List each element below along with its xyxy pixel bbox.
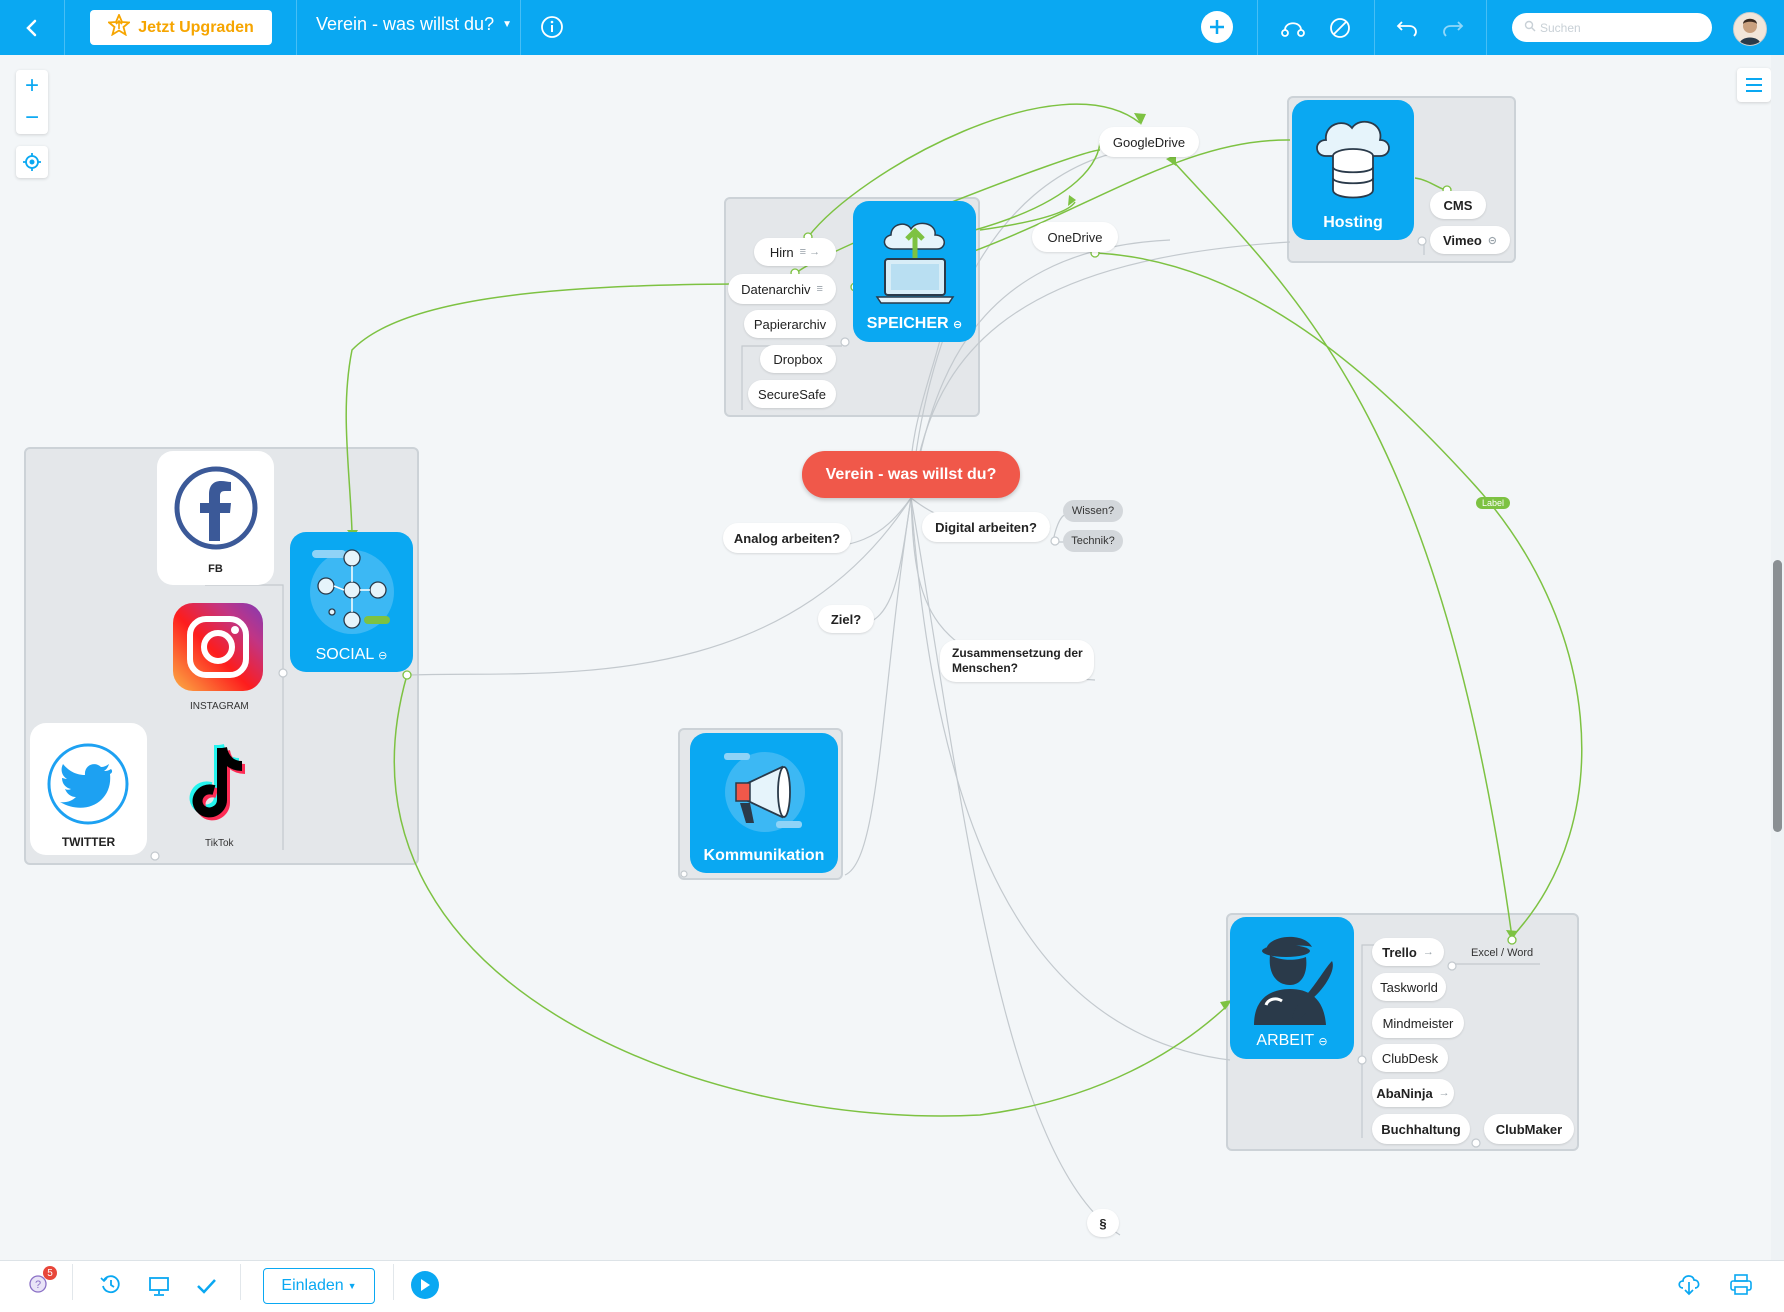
divider [240, 1264, 241, 1300]
node-ziel[interactable]: Ziel? [818, 605, 874, 633]
node-clubmaker[interactable]: ClubMaker [1484, 1114, 1574, 1144]
node-buchhaltung[interactable]: Buchhaltung [1372, 1114, 1470, 1144]
svg-text:?: ? [35, 1279, 41, 1291]
node-onedrive[interactable]: OneDrive [1032, 222, 1118, 252]
node-mindmeister[interactable]: Mindmeister [1372, 1008, 1464, 1038]
node-zusammensetzung[interactable]: Zusammensetzung der Menschen? [940, 640, 1094, 682]
node-abaninja[interactable]: AbaNinja → [1372, 1079, 1454, 1107]
node-technik[interactable]: Technik? [1063, 530, 1123, 552]
history-icon[interactable] [100, 1274, 122, 1301]
cloud-download-icon[interactable] [1676, 1272, 1702, 1301]
node-googledrive[interactable]: GoogleDrive [1099, 127, 1199, 157]
node-dropbox[interactable]: Dropbox [760, 345, 836, 373]
divider [72, 1264, 73, 1300]
arbeit-label: ARBEIT ⊖ [1256, 1032, 1328, 1049]
speicher-card[interactable]: SPEICHER ⊖ [853, 201, 976, 342]
hosting-card[interactable]: Hosting [1292, 100, 1414, 240]
cloud-database-icon [1316, 120, 1390, 199]
artist-icon [1254, 936, 1333, 1025]
present-icon[interactable] [148, 1275, 170, 1302]
node-securesafe[interactable]: SecureSafe [748, 380, 836, 408]
node-digital-arbeiten[interactable]: Digital arbeiten? [922, 512, 1050, 542]
divider [393, 1264, 394, 1300]
arbeit-card[interactable]: ARBEIT ⊖ [1230, 917, 1354, 1059]
connection-label[interactable]: Label [1476, 497, 1511, 509]
kommunikation-label: Kommunikation [703, 847, 825, 864]
node-paragraph[interactable]: § [1087, 1209, 1119, 1237]
social-network-icon [310, 549, 394, 634]
node-cms[interactable]: CMS [1430, 191, 1486, 219]
kommunikation-card[interactable]: Kommunikation [690, 733, 838, 873]
node-papierarchiv[interactable]: Papierarchiv [744, 310, 836, 338]
twitter-icon [47, 743, 129, 825]
speicher-label: SPEICHER ⊖ [866, 315, 963, 332]
social-card[interactable]: SOCIAL ⊖ [290, 532, 413, 672]
check-icon[interactable] [195, 1275, 217, 1302]
twitter-card[interactable]: TWITTER [30, 723, 147, 855]
fb-card[interactable]: FB [157, 451, 274, 585]
node-vimeo[interactable]: Vimeo ⊝ [1430, 226, 1510, 254]
fb-label: FB [208, 563, 223, 575]
node-hirn[interactable]: Hirn ≡ → [754, 238, 836, 266]
tiktok-label: TikTok [205, 838, 234, 849]
play-icon[interactable] [411, 1271, 439, 1299]
excel-word-label[interactable]: Excel / Word [1471, 947, 1533, 959]
root-node[interactable]: Verein - was willst du? [802, 451, 1020, 498]
instagram-icon[interactable] [173, 603, 263, 691]
social-label: SOCIAL ⊖ [315, 646, 388, 663]
node-wissen[interactable]: Wissen? [1063, 500, 1123, 522]
node-clubdesk[interactable]: ClubDesk [1372, 1044, 1448, 1072]
print-icon[interactable] [1729, 1273, 1753, 1300]
twitter-label: TWITTER [61, 835, 116, 849]
megaphone-icon [724, 752, 805, 832]
instagram-label: INSTAGRAM [190, 701, 249, 712]
notification-badge: 5 [43, 1266, 57, 1280]
node-taskworld[interactable]: Taskworld [1372, 973, 1446, 1001]
tiktok-icon[interactable] [180, 740, 260, 830]
node-datenarchiv[interactable]: Datenarchiv ≡ [728, 274, 836, 304]
cloud-upload-laptop-icon [875, 222, 955, 304]
facebook-icon [174, 466, 258, 550]
invite-button[interactable]: Einladen ▼ [263, 1268, 375, 1304]
node-trello[interactable]: Trello → [1372, 938, 1444, 966]
hosting-label: Hosting [1323, 214, 1383, 231]
node-analog-arbeiten[interactable]: Analog arbeiten? [723, 523, 851, 553]
